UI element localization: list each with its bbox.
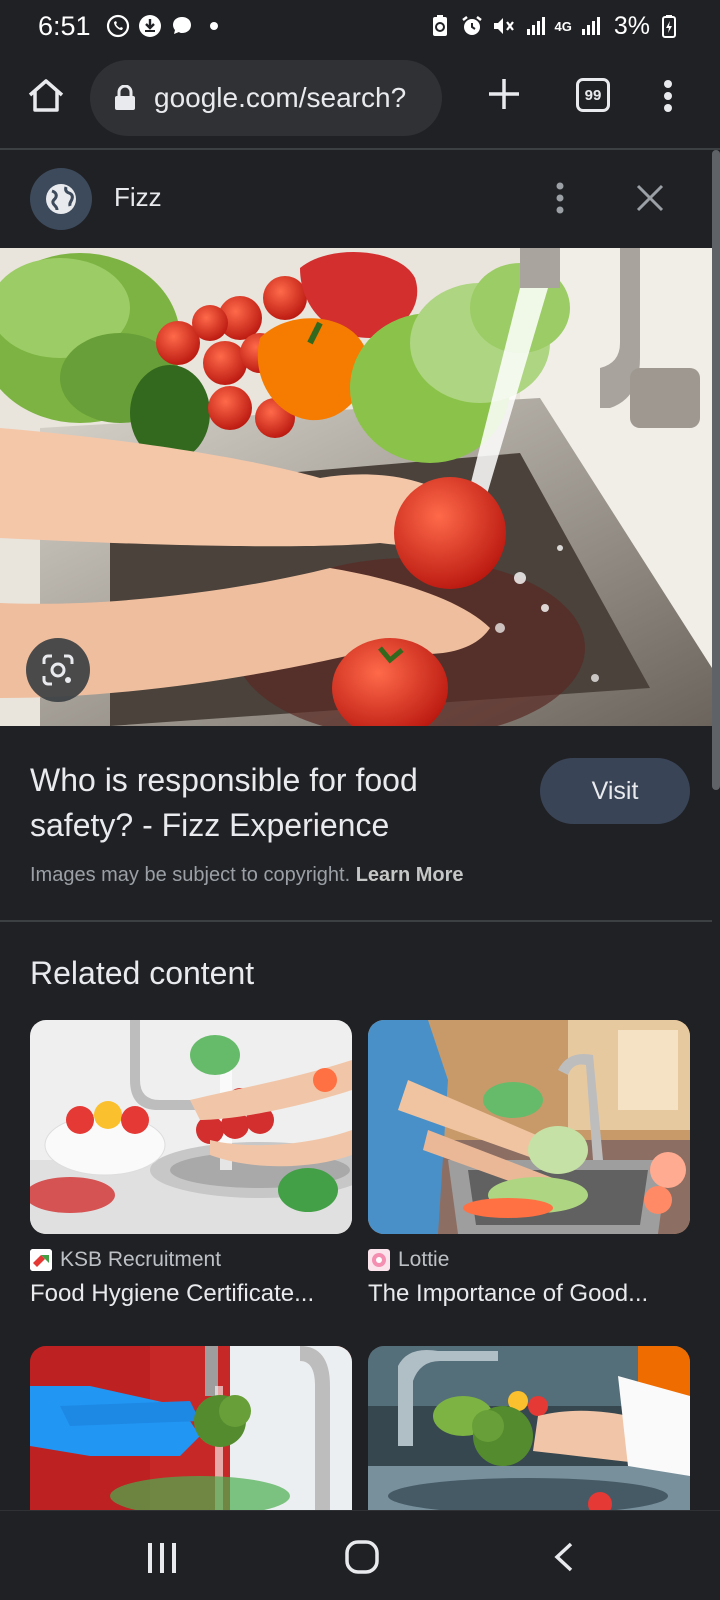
lens-icon: [42, 654, 74, 686]
visit-button[interactable]: Visit: [540, 758, 690, 824]
related-card-title[interactable]: The Importance of Good...: [368, 1280, 690, 1308]
browser-menu-button[interactable]: [656, 76, 680, 116]
hands-washing-tomatoes-image: [30, 1020, 352, 1234]
scrollbar[interactable]: [712, 150, 720, 790]
site-favicon-icon: [30, 1249, 52, 1271]
signal-icon: [578, 13, 604, 39]
battery-icon: [656, 13, 682, 39]
panel-close-button[interactable]: [634, 182, 666, 214]
alarm-icon: [459, 13, 485, 39]
woman-washing-lettuce-image: [368, 1020, 690, 1234]
globe-icon: [30, 168, 92, 230]
copyright-text: Images may be subject to copyright.: [30, 864, 351, 886]
related-card-source: KSB Recruitment: [30, 1248, 352, 1272]
related-card-image[interactable]: [368, 1020, 690, 1234]
visit-button-label: Visit: [591, 776, 639, 805]
related-card-image[interactable]: [30, 1020, 352, 1234]
lock-icon: [114, 84, 136, 111]
mute-icon: [491, 13, 517, 39]
related-content-heading: Related content: [30, 955, 255, 991]
related-card[interactable]: KSB Recruitment Food Hygiene Certificate…: [30, 1020, 352, 1308]
main-result-image[interactable]: [0, 248, 712, 726]
related-card-source-name: Lottie: [398, 1248, 450, 1271]
google-lens-button[interactable]: [26, 638, 90, 702]
related-card[interactable]: Lottie The Importance of Good...: [368, 1020, 690, 1308]
battery-saver-icon: [427, 13, 453, 39]
new-tab-button[interactable]: [484, 74, 524, 114]
home-nav-button[interactable]: [344, 1539, 380, 1575]
recents-icon: [148, 1543, 176, 1573]
network-type: 4G: [554, 18, 572, 34]
hands-washing-broccoli-image: [368, 1346, 690, 1516]
url-text: google.com/search?: [154, 82, 407, 113]
section-divider: [0, 920, 712, 922]
browser-toolbar: google.com/search? 99: [0, 52, 720, 148]
learn-more-link[interactable]: Learn More: [356, 864, 464, 886]
notification-icons: [105, 13, 227, 39]
status-bar: 6:51 4G 3%: [0, 0, 720, 52]
related-card-source-name: KSB Recruitment: [60, 1248, 222, 1271]
result-title[interactable]: Who is responsible for food safety? - Fi…: [30, 758, 500, 848]
status-time: 6:51: [38, 10, 91, 41]
tab-count: 99: [584, 86, 602, 104]
close-icon: [636, 184, 664, 212]
more-vert-icon: [664, 80, 672, 112]
related-card-image[interactable]: [368, 1346, 690, 1516]
back-button[interactable]: [552, 1541, 576, 1573]
plus-icon: [489, 79, 519, 109]
system-icons: 4G 3%: [427, 12, 682, 41]
more-vert-icon: [556, 182, 564, 214]
recents-button[interactable]: [144, 1543, 180, 1573]
address-bar[interactable]: google.com/search?: [90, 60, 442, 136]
system-nav-bar: [0, 1510, 720, 1600]
chat-icon: [169, 13, 195, 39]
related-card-image[interactable]: [30, 1346, 352, 1516]
copyright-notice: Images may be subject to copyright. Lear…: [30, 864, 464, 887]
washing-vegetables-image: [0, 248, 712, 726]
signal-icon: [523, 13, 549, 39]
download-icon: [137, 13, 163, 39]
site-favicon-icon: [368, 1249, 390, 1271]
panel-more-button[interactable]: [548, 180, 572, 216]
home-circle-icon: [345, 1540, 379, 1574]
back-chevron-icon: [554, 1542, 573, 1572]
tab-switcher-button[interactable]: 99: [576, 78, 610, 112]
battery-percent: 3%: [613, 11, 650, 40]
related-card-title[interactable]: Food Hygiene Certificate...: [30, 1280, 352, 1308]
gloved-hands-broccoli-image: [30, 1346, 352, 1516]
home-button[interactable]: [24, 74, 68, 118]
site-name[interactable]: Fizz: [114, 182, 162, 213]
dot-icon: [201, 13, 227, 39]
home-icon: [28, 79, 64, 112]
related-card-source: Lottie: [368, 1248, 690, 1272]
image-panel-header: Fizz: [0, 150, 712, 246]
whatsapp-icon: [105, 13, 131, 39]
